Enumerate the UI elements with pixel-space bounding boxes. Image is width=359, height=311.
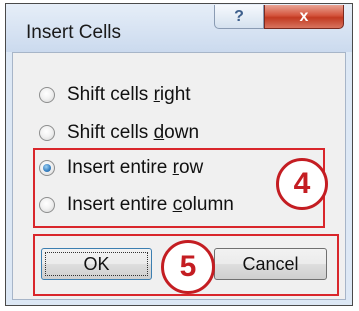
dialog-body: Shift cells right Shift cells down Inser… <box>12 52 346 300</box>
dialog-title: Insert Cells <box>26 22 122 43</box>
step-4-badge: 4 <box>276 158 328 210</box>
title-bar[interactable]: Insert Cells ? x <box>6 4 352 52</box>
close-icon: x <box>299 7 309 25</box>
cancel-button-label: Cancel <box>242 253 299 274</box>
cancel-button[interactable]: Cancel <box>214 248 327 280</box>
insert-cells-dialog: Insert Cells ? x Shift cells right Shift… <box>5 3 353 306</box>
label-shift-cells-down: Shift cells down <box>67 122 200 143</box>
radio-shift-cells-down[interactable] <box>39 125 55 141</box>
ok-button[interactable]: OK <box>41 248 152 280</box>
focus-ring <box>45 252 148 276</box>
option-shift-cells-right[interactable]: Shift cells right <box>39 81 191 109</box>
close-button[interactable]: x <box>264 5 344 29</box>
help-button[interactable]: ? <box>214 5 264 29</box>
radio-shift-cells-right[interactable] <box>39 87 55 103</box>
option-shift-cells-down[interactable]: Shift cells down <box>39 119 199 147</box>
help-icon: ? <box>234 7 244 25</box>
label-shift-cells-right: Shift cells right <box>67 84 191 105</box>
step-5-badge: 5 <box>161 240 215 294</box>
